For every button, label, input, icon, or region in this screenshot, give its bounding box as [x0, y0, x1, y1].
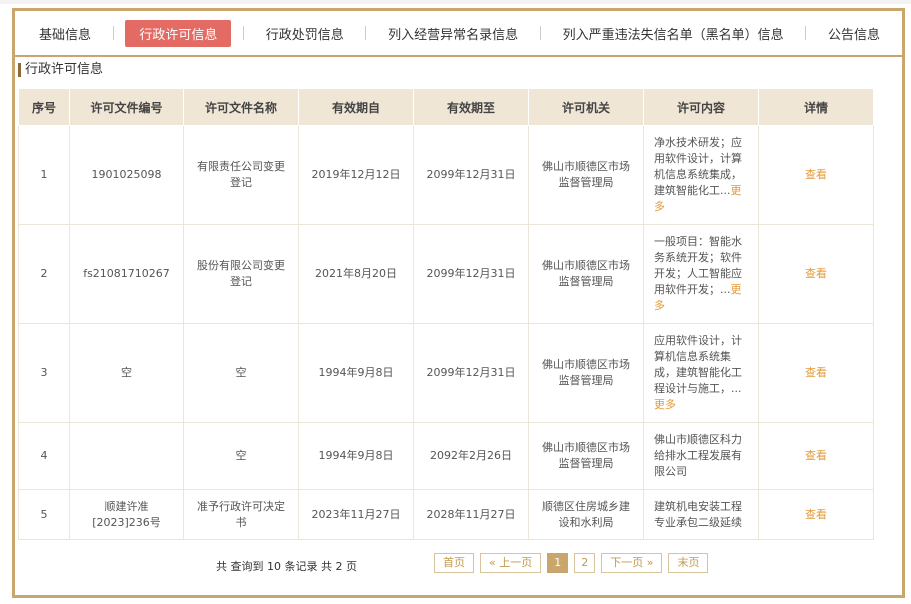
tab-announcements[interactable]: 公告信息 — [818, 21, 890, 46]
tab-separator — [805, 26, 807, 40]
cell-valid-to: 2099年12月31日 — [413, 323, 529, 423]
page-button-1[interactable]: 1 — [547, 553, 569, 573]
cell-code: 空 — [69, 323, 184, 423]
col-header-valid-to: 有效期至 — [413, 88, 529, 126]
content-text: 一般项目：智能水务系统开发；软件开发；人工智能应用软件开发；... — [654, 235, 742, 296]
table-header-row: 序号 许可文件编号 许可文件名称 有效期自 有效期至 许可机关 许可内容 详情 — [18, 88, 874, 126]
col-header-code: 许可文件编号 — [69, 88, 184, 126]
tab-separator — [243, 26, 245, 40]
tab-separator — [365, 26, 367, 40]
col-header-no: 序号 — [18, 88, 70, 126]
cell-detail: 查看 — [758, 224, 874, 324]
tab-abnormal-list[interactable]: 列入经营异常名录信息 — [378, 21, 528, 46]
tab-separator — [539, 26, 541, 40]
view-link[interactable]: 查看 — [805, 168, 827, 181]
cell-valid-to: 2028年11月27日 — [413, 489, 529, 540]
col-header-content: 许可内容 — [643, 88, 759, 126]
cell-code: 顺建许准[2023]236号 — [69, 489, 184, 540]
cell-no: 4 — [18, 422, 70, 490]
view-link[interactable]: 查看 — [805, 267, 827, 280]
cell-authority: 佛山市顺德区市场监督管理局 — [528, 323, 644, 423]
cell-no: 1 — [18, 125, 70, 225]
col-header-name: 许可文件名称 — [183, 88, 299, 126]
tab-bar: 基础信息 行政许可信息 行政处罚信息 列入经营异常名录信息 列入严重违法失信名单… — [15, 11, 902, 57]
table-row: 3 空 空 1994年9月8日 2099年12月31日 佛山市顺德区市场监督管理… — [18, 323, 874, 423]
cell-name: 空 — [183, 323, 299, 423]
cell-content: 一般项目：智能水务系统开发；软件开发；人工智能应用软件开发；...更多 — [643, 224, 759, 324]
cell-detail: 查看 — [758, 125, 874, 225]
view-link[interactable]: 查看 — [805, 508, 827, 521]
col-header-detail: 详情 — [758, 88, 874, 126]
content-text: 建筑机电安装工程专业承包二级延续 — [654, 499, 742, 529]
cell-name: 有限责任公司变更登记 — [183, 125, 299, 225]
tab-admin-penalty[interactable]: 行政处罚信息 — [256, 21, 354, 46]
content-text: 佛山市顺德区科力给排水工程发展有限公司 — [654, 433, 742, 478]
cell-content: 佛山市顺德区科力给排水工程发展有限公司 — [643, 422, 759, 490]
cell-detail: 查看 — [758, 489, 874, 540]
cell-valid-from: 1994年9月8日 — [298, 422, 414, 490]
cell-content: 建筑机电安装工程专业承包二级延续 — [643, 489, 759, 540]
cell-valid-to: 2099年12月31日 — [413, 125, 529, 225]
more-link[interactable]: 更多 — [654, 398, 676, 411]
cell-valid-from: 2023年11月27日 — [298, 489, 414, 540]
page-button-2[interactable]: 2 — [574, 553, 596, 573]
license-table: 序号 许可文件编号 许可文件名称 有效期自 有效期至 许可机关 许可内容 详情 … — [18, 88, 874, 540]
tab-basic-info[interactable]: 基础信息 — [29, 21, 101, 46]
tab-admin-license[interactable]: 行政许可信息 — [125, 19, 232, 47]
cell-no: 3 — [18, 323, 70, 423]
cell-no: 2 — [18, 224, 70, 324]
cell-code: 1901025098 — [69, 125, 184, 225]
cell-detail: 查看 — [758, 422, 874, 490]
col-header-authority: 许可机关 — [528, 88, 644, 126]
prev-page-button[interactable]: « 上一页 — [480, 553, 542, 573]
cell-content: 净水技术研发；应用软件设计，计算机信息系统集成，建筑智能化工...更多 — [643, 125, 759, 225]
cell-no: 5 — [18, 489, 70, 540]
cell-name: 准予行政许可决定书 — [183, 489, 299, 540]
top-strip — [0, 0, 911, 4]
cell-authority: 顺德区住房城乡建设和水利局 — [528, 489, 644, 540]
pagination-info: 共 查询到 10 条记录 共 2 页 — [216, 560, 357, 573]
view-link[interactable]: 查看 — [805, 449, 827, 462]
cell-authority: 佛山市顺德区市场监督管理局 — [528, 125, 644, 225]
view-link[interactable]: 查看 — [805, 366, 827, 379]
cell-authority: 佛山市顺德区市场监督管理局 — [528, 422, 644, 490]
cell-authority: 佛山市顺德区市场监督管理局 — [528, 224, 644, 324]
cell-valid-to: 2092年2月26日 — [413, 422, 529, 490]
table-row: 1 1901025098 有限责任公司变更登记 2019年12月12日 2099… — [18, 125, 874, 225]
last-page-button[interactable]: 末页 — [668, 553, 709, 573]
cell-valid-from: 2021年8月20日 — [298, 224, 414, 324]
first-page-button[interactable]: 首页 — [434, 553, 474, 573]
cell-detail: 查看 — [758, 323, 874, 423]
tab-blacklist[interactable]: 列入严重违法失信名单（黑名单）信息 — [553, 21, 794, 46]
pagination: 首页 « 上一页 1 2 下一页 » 末页 — [434, 553, 709, 573]
content-text: 净水技术研发；应用软件设计，计算机信息系统集成，建筑智能化工... — [654, 136, 742, 197]
cell-valid-to: 2099年12月31日 — [413, 224, 529, 324]
tab-separator — [112, 26, 114, 40]
cell-content: 应用软件设计，计算机信息系统集成，建筑智能化工程设计与施工，... 更多 — [643, 323, 759, 423]
col-header-valid-from: 有效期自 — [298, 88, 414, 126]
next-page-button[interactable]: 下一页 » — [601, 553, 663, 573]
cell-valid-from: 2019年12月12日 — [298, 125, 414, 225]
cell-code: fs21081710267 — [69, 224, 184, 324]
cell-code — [69, 422, 184, 490]
table-row: 5 顺建许准[2023]236号 准予行政许可决定书 2023年11月27日 2… — [18, 489, 874, 540]
section-title: 行政许可信息 — [18, 63, 103, 77]
cell-name: 空 — [183, 422, 299, 490]
table-row: 4 空 1994年9月8日 2092年2月26日 佛山市顺德区市场监督管理局 佛… — [18, 422, 874, 490]
table-row: 2 fs21081710267 股份有限公司变更登记 2021年8月20日 20… — [18, 224, 874, 324]
content-text: 应用软件设计，计算机信息系统集成，建筑智能化工程设计与施工，... — [654, 334, 742, 395]
cell-valid-from: 1994年9月8日 — [298, 323, 414, 423]
cell-name: 股份有限公司变更登记 — [183, 224, 299, 324]
